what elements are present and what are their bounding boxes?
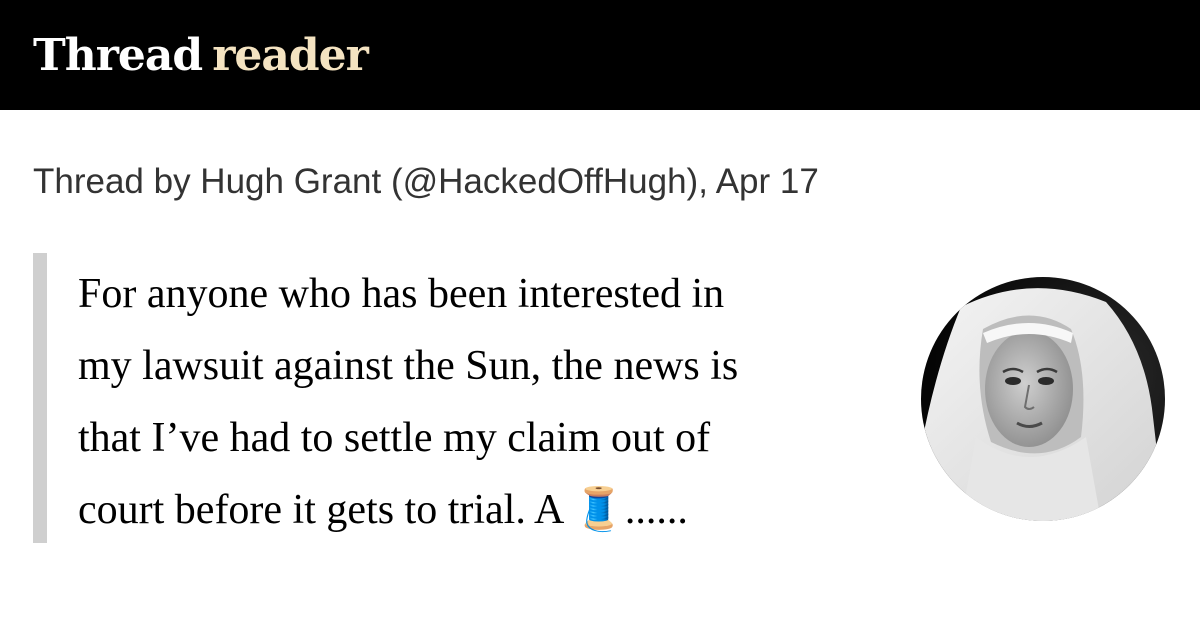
thread-byline[interactable]: Thread by Hugh Grant (@HackedOffHugh), A… (33, 160, 819, 204)
profile-photo-icon (921, 277, 1165, 521)
logo-word-reader: reader (212, 30, 369, 81)
thread-card: Thread reader Thread by Hugh Grant (@Hack… (0, 0, 1200, 628)
author-avatar[interactable] (921, 277, 1165, 521)
site-header: Thread reader (0, 0, 1200, 110)
logo-word-thread: Thread (33, 30, 203, 81)
threadreader-logo[interactable]: Thread reader (33, 26, 369, 86)
first-tweet-text: For anyone who has been interested in my… (78, 271, 739, 533)
blockquote-bar (33, 253, 47, 543)
